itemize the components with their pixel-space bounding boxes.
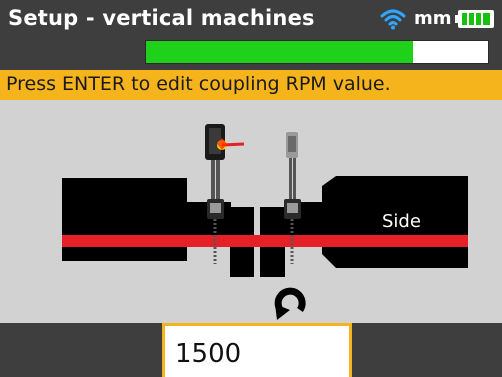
left-machine bbox=[62, 178, 187, 261]
screen-title: Setup - vertical machines bbox=[8, 6, 315, 30]
diagram-svg: Side bbox=[62, 124, 468, 320]
wifi-icon bbox=[380, 9, 406, 30]
machine-diagram: Side bbox=[0, 100, 502, 323]
rpm-value: 1500 bbox=[175, 339, 242, 369]
title-bar: Setup - vertical machines mm bbox=[0, 0, 502, 70]
rotation-arrow-icon bbox=[274, 287, 306, 320]
progress-fill bbox=[146, 41, 413, 63]
progress-bar bbox=[145, 40, 489, 64]
rpm-input-field[interactable]: 1500 bbox=[162, 323, 352, 377]
machine-side-label: Side bbox=[382, 211, 421, 232]
shaft-centerline bbox=[62, 235, 468, 247]
instruction-bar: Press ENTER to edit coupling RPM value. bbox=[0, 70, 502, 100]
instruction-text: Press ENTER to edit coupling RPM value. bbox=[6, 73, 391, 95]
battery-icon bbox=[455, 10, 494, 28]
unit-label: mm bbox=[414, 8, 452, 29]
